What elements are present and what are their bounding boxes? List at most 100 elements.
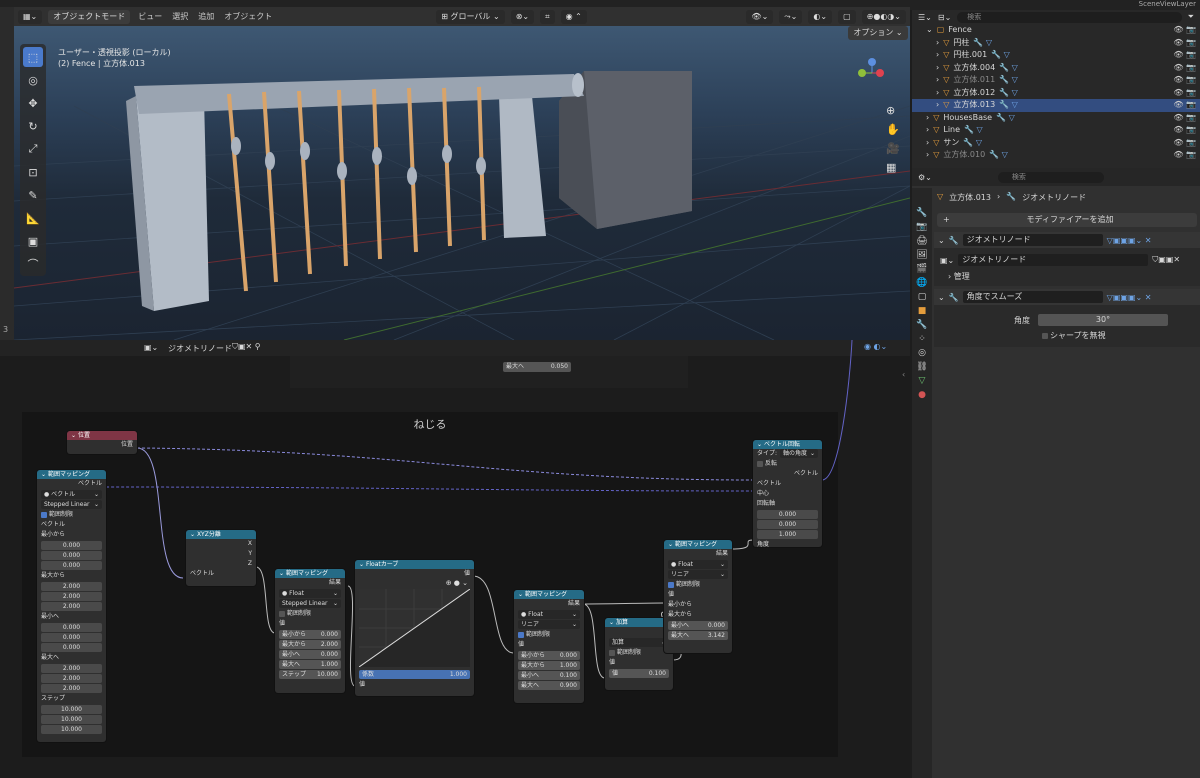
map-range-float-node-2[interactable]: ⌄ 範囲マッピング 結果 ● Float ⌄ リニア ⌄ 範囲制限 値 最小から 0.… — [514, 590, 584, 703]
options-dropdown[interactable]: オプション ⌄ — [848, 26, 908, 40]
material-tab-icon[interactable]: ● — [918, 390, 926, 400]
expand-arrow-icon[interactable]: › — [936, 87, 939, 99]
tool-tab-icon[interactable]: 🔧 — [916, 208, 927, 218]
outliner-search-input[interactable]: 検索 — [957, 11, 1182, 23]
operation-dropdown[interactable]: 加算⌄ — [609, 638, 669, 647]
expand-arrow-icon[interactable]: › — [926, 124, 929, 136]
to-max-z[interactable]: 2.000 — [41, 684, 102, 693]
visibility-toggle-icons[interactable]: 👁 📷 — [1173, 112, 1196, 124]
outliner-row[interactable]: › ▽ 立方体.004 🔧 ▽ 👁 📷 — [912, 62, 1200, 75]
expand-arrow-icon[interactable]: › — [926, 149, 929, 161]
constraints-tab-icon[interactable]: ⛓ — [916, 362, 927, 372]
sidebar-toggle-icon[interactable]: ‹ — [902, 370, 905, 379]
visibility-toggle-icons[interactable]: 👁 📷 — [1173, 49, 1196, 61]
map-range-vector-node[interactable]: ⌄ 範囲マッピング ベクトル ● ベクトル ⌄ Stepped Linear ⌄ 範… — [37, 470, 106, 742]
value-field[interactable]: 最小から 0.000 — [279, 630, 341, 639]
manage-subpanel[interactable]: › 管理 — [934, 270, 1200, 284]
value-field[interactable]: 最小へ 0.000 — [668, 621, 728, 630]
value-field[interactable]: 最大へ 3.142 — [668, 631, 728, 640]
visibility-toggle-icons[interactable]: 👁 📷 — [1173, 24, 1196, 36]
properties-editor-icon[interactable]: ⚙⌄ — [918, 173, 932, 182]
curve-icon[interactable]: ⌒ — [23, 254, 43, 274]
outliner-row[interactable]: › ▽ 円柱 🔧 ▽ 👁 📷 — [912, 37, 1200, 50]
vector-rotate-node[interactable]: ⌄ ベクトル回転 タイプ: 軸の角度 ⌄ 反転 ベクトル ベクトル 中心 回転軸 0… — [753, 440, 822, 547]
expand-arrow-icon[interactable]: › — [936, 62, 939, 74]
modifier-toggle-icons[interactable]: ▽▣▣▣⌄ ✕ — [1107, 236, 1152, 245]
from-max-y[interactable]: 2.000 — [41, 592, 102, 601]
transform-orientation-dropdown[interactable]: ⊞ グローバル ⌄ — [436, 9, 505, 24]
from-min-y[interactable]: 0.000 — [41, 551, 102, 560]
expand-arrow-icon[interactable]: › — [926, 137, 929, 149]
clamp-checkbox[interactable]: 範囲制限 — [605, 648, 673, 658]
proportional-edit-icon[interactable]: ◉ ⌃ — [560, 9, 587, 24]
outliner-row[interactable]: › ▽ HousesBase 🔧 ▽ 👁 📷 — [912, 112, 1200, 125]
visibility-toggle-icons[interactable]: 👁 📷 — [1173, 137, 1196, 149]
mode-dropdown[interactable]: オブジェクトモード — [48, 9, 131, 24]
outliner-editor-icon[interactable]: ☰⌄ — [918, 13, 932, 22]
from-min-x[interactable]: 0.000 — [41, 541, 102, 550]
expand-arrow-icon[interactable]: › — [936, 99, 939, 111]
shading-modes-icon[interactable]: ⊕●◐◑⌄ — [861, 9, 906, 24]
value-b-field[interactable]: 値 0.100 — [609, 669, 669, 678]
cursor-icon[interactable]: ◎ — [23, 70, 43, 90]
modifier-tab-icon[interactable]: 🔧 — [916, 320, 927, 330]
axis-z[interactable]: 1.000 — [757, 530, 818, 539]
visibility-toggle-icons[interactable]: 👁 📷 — [1173, 74, 1196, 86]
value-field[interactable]: ステップ 10.000 — [279, 670, 341, 679]
clamp-checkbox[interactable]: 範囲制限 — [664, 580, 732, 590]
collapse-icon[interactable]: ⌄ — [938, 236, 945, 245]
clamp-checkbox[interactable]: 範囲制限 — [37, 510, 106, 520]
from-max-z[interactable]: 2.000 — [41, 602, 102, 611]
outliner-row[interactable]: ⌄ ▢ Fence 👁 📷 — [912, 24, 1200, 37]
visibility-toggle-icons[interactable]: 👁 📷 — [1173, 99, 1196, 111]
value-field[interactable]: 最小から 0.000 — [518, 651, 580, 660]
clamp-checkbox[interactable]: 範囲制限 — [514, 630, 584, 640]
interp-dropdown[interactable]: リニア ⌄ — [668, 570, 728, 579]
outliner-row[interactable]: › ▽ 円柱.001 🔧 ▽ 👁 📷 — [912, 49, 1200, 62]
value-field[interactable]: 最小へ 0.100 — [518, 671, 580, 680]
map-range-float-node-1[interactable]: ⌄ 範囲マッピング 結果 ● Float ⌄ Stepped Linear ⌄ 範囲… — [275, 569, 345, 693]
menu-add[interactable]: 追加 — [198, 11, 214, 22]
clamp-checkbox[interactable]: 範囲制限 — [275, 609, 345, 619]
node-group-field[interactable]: ジオメトリノード — [958, 254, 1149, 266]
from-max-x[interactable]: 2.000 — [41, 582, 102, 591]
type-dropdown[interactable]: ● Float ⌄ — [668, 560, 728, 569]
expand-arrow-icon[interactable]: › — [936, 74, 939, 86]
interp-dropdown[interactable]: Stepped Linear ⌄ — [41, 500, 102, 509]
math-add-node[interactable]: ⌄ 加算 値 加算⌄ 範囲制限 値 値0.100 — [605, 618, 673, 690]
invert-checkbox[interactable]: 反転 — [753, 459, 822, 469]
select-box-icon[interactable]: ⬚ — [23, 47, 43, 67]
ignore-sharp-checkbox[interactable]: シャープを無視 — [934, 329, 1200, 343]
value-field[interactable]: 最大へ 1.000 — [279, 660, 341, 669]
snap-icon[interactable]: ⌗ — [540, 9, 555, 24]
to-max-y[interactable]: 2.000 — [41, 674, 102, 683]
world-tab-icon[interactable]: 🌐 — [916, 278, 927, 288]
outliner-row[interactable]: › ▽ 立方体.012 🔧 ▽ 👁 📷 — [912, 87, 1200, 100]
expand-arrow-icon[interactable]: › — [926, 112, 929, 124]
visibility-toggle-icons[interactable]: 👁 📷 — [1173, 62, 1196, 74]
steps-x[interactable]: 10.000 — [41, 705, 102, 714]
factor-field[interactable]: 係数 1.000 — [359, 670, 470, 679]
output-tab-icon[interactable]: 🖨 — [916, 236, 927, 246]
outliner-row[interactable]: › ▽ Line 🔧 ▽ 👁 📷 — [912, 124, 1200, 137]
view-layer-name[interactable]: ViewLayer — [1160, 0, 1196, 8]
xray-icon[interactable]: ▢ — [838, 9, 856, 24]
data-tab-icon[interactable]: ▽ — [919, 376, 926, 386]
annotate-icon[interactable]: ✎ — [23, 185, 43, 205]
curve-tools-icons[interactable]: ⊕ ● ⌄ — [355, 579, 474, 589]
object-tab-icon[interactable]: ■ — [918, 306, 927, 316]
separate-xyz-node[interactable]: ⌄ XYZ分離 X Y Z ベクトル — [186, 530, 256, 586]
to-min-z[interactable]: 0.000 — [41, 643, 102, 652]
visibility-toggle-icons[interactable]: 👁 📷 — [1173, 124, 1196, 136]
visibility-toggle-icons[interactable]: 👁 📷 — [1173, 37, 1196, 49]
collection-tab-icon[interactable]: ▢ — [918, 292, 927, 302]
3d-viewport[interactable]: ユーザー・透視投影 (ローカル) (2) Fence | 立方体.013 オプシ… — [14, 26, 910, 340]
node-group-actions[interactable]: ⛉▣▣✕ — [1152, 255, 1180, 265]
interp-dropdown[interactable]: Stepped Linear ⌄ — [279, 599, 341, 608]
properties-search-input[interactable]: 検索 — [997, 171, 1104, 183]
scale-icon[interactable]: ⤢ — [23, 139, 43, 159]
rotate-type-dropdown[interactable]: 軸の角度 ⌄ — [780, 449, 818, 458]
outliner-row[interactable]: › ▽ 立方体.013 🔧 ▽ 👁 📷 — [912, 99, 1200, 112]
to-max-x[interactable]: 2.000 — [41, 664, 102, 673]
measure-icon[interactable]: 📐 — [23, 208, 43, 228]
